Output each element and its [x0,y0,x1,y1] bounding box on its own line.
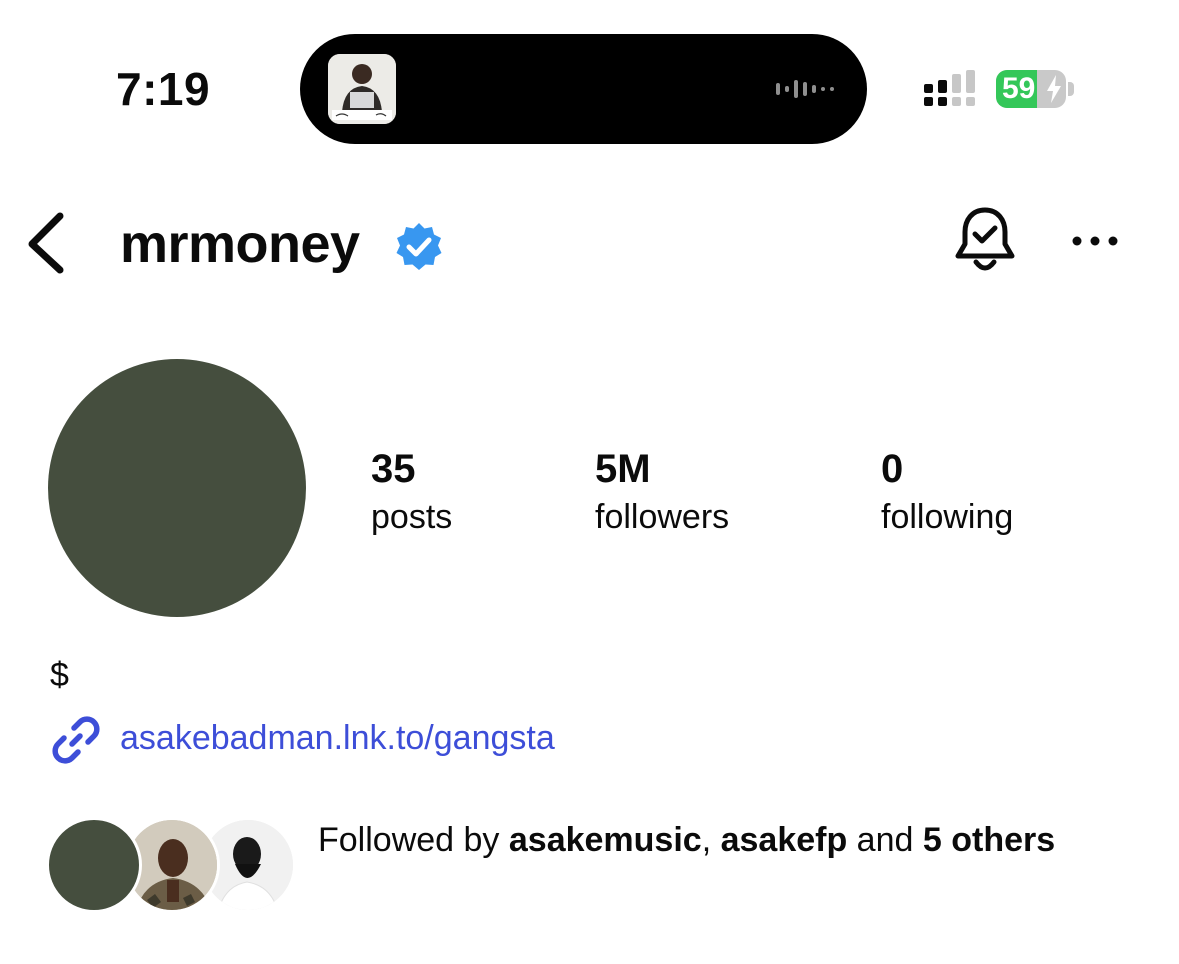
posts-label: posts [371,498,453,536]
mutual-follower-username[interactable]: asakefp [721,821,848,859]
audio-waveform-icon [776,80,834,98]
following-count: 0 [881,447,904,491]
mutual-follower-count[interactable]: 5 [923,821,942,859]
status-time: 7:19 [116,63,211,115]
verified-badge-icon [396,223,442,270]
dynamic-island[interactable] [300,34,867,144]
following-label: following [881,498,1014,536]
profile-avatar[interactable] [48,359,306,617]
profile-link[interactable]: asakebadman.lnk.to/gangsta [120,716,555,760]
cellular-signal-icon [924,70,975,106]
battery-level: 59 [1002,72,1036,105]
battery-cap [1068,82,1074,96]
back-chevron-icon[interactable] [22,208,70,278]
followed-by-separator: , [701,821,721,859]
profile-bio: $ [50,656,69,694]
mutual-follower-avatar[interactable] [46,817,142,913]
stat-following[interactable]: 0 following [881,446,1013,540]
charging-bolt-icon [1047,75,1061,103]
battery-indicator: 59 [996,70,1066,108]
notification-bell-icon[interactable] [952,204,1018,278]
now-playing-artwork[interactable] [328,54,396,124]
link-icon [52,716,100,764]
mutual-follower-others[interactable]: others [951,821,1055,859]
followers-count: 5M [595,447,651,491]
posts-count: 35 [371,447,416,491]
more-options-icon[interactable] [1070,234,1120,248]
followed-by-text[interactable]: Followed by asakemusic, asakefp and 5 ot… [318,816,1078,864]
mutual-follower-username[interactable]: asakemusic [509,821,702,859]
stat-posts[interactable]: 35 posts [371,446,452,540]
followed-by-prefix: Followed by [318,821,509,859]
followed-by-and: and [847,821,923,859]
profile-username: mrmoney [120,214,360,274]
stat-followers[interactable]: 5M followers [595,446,729,540]
followers-label: followers [595,498,730,536]
